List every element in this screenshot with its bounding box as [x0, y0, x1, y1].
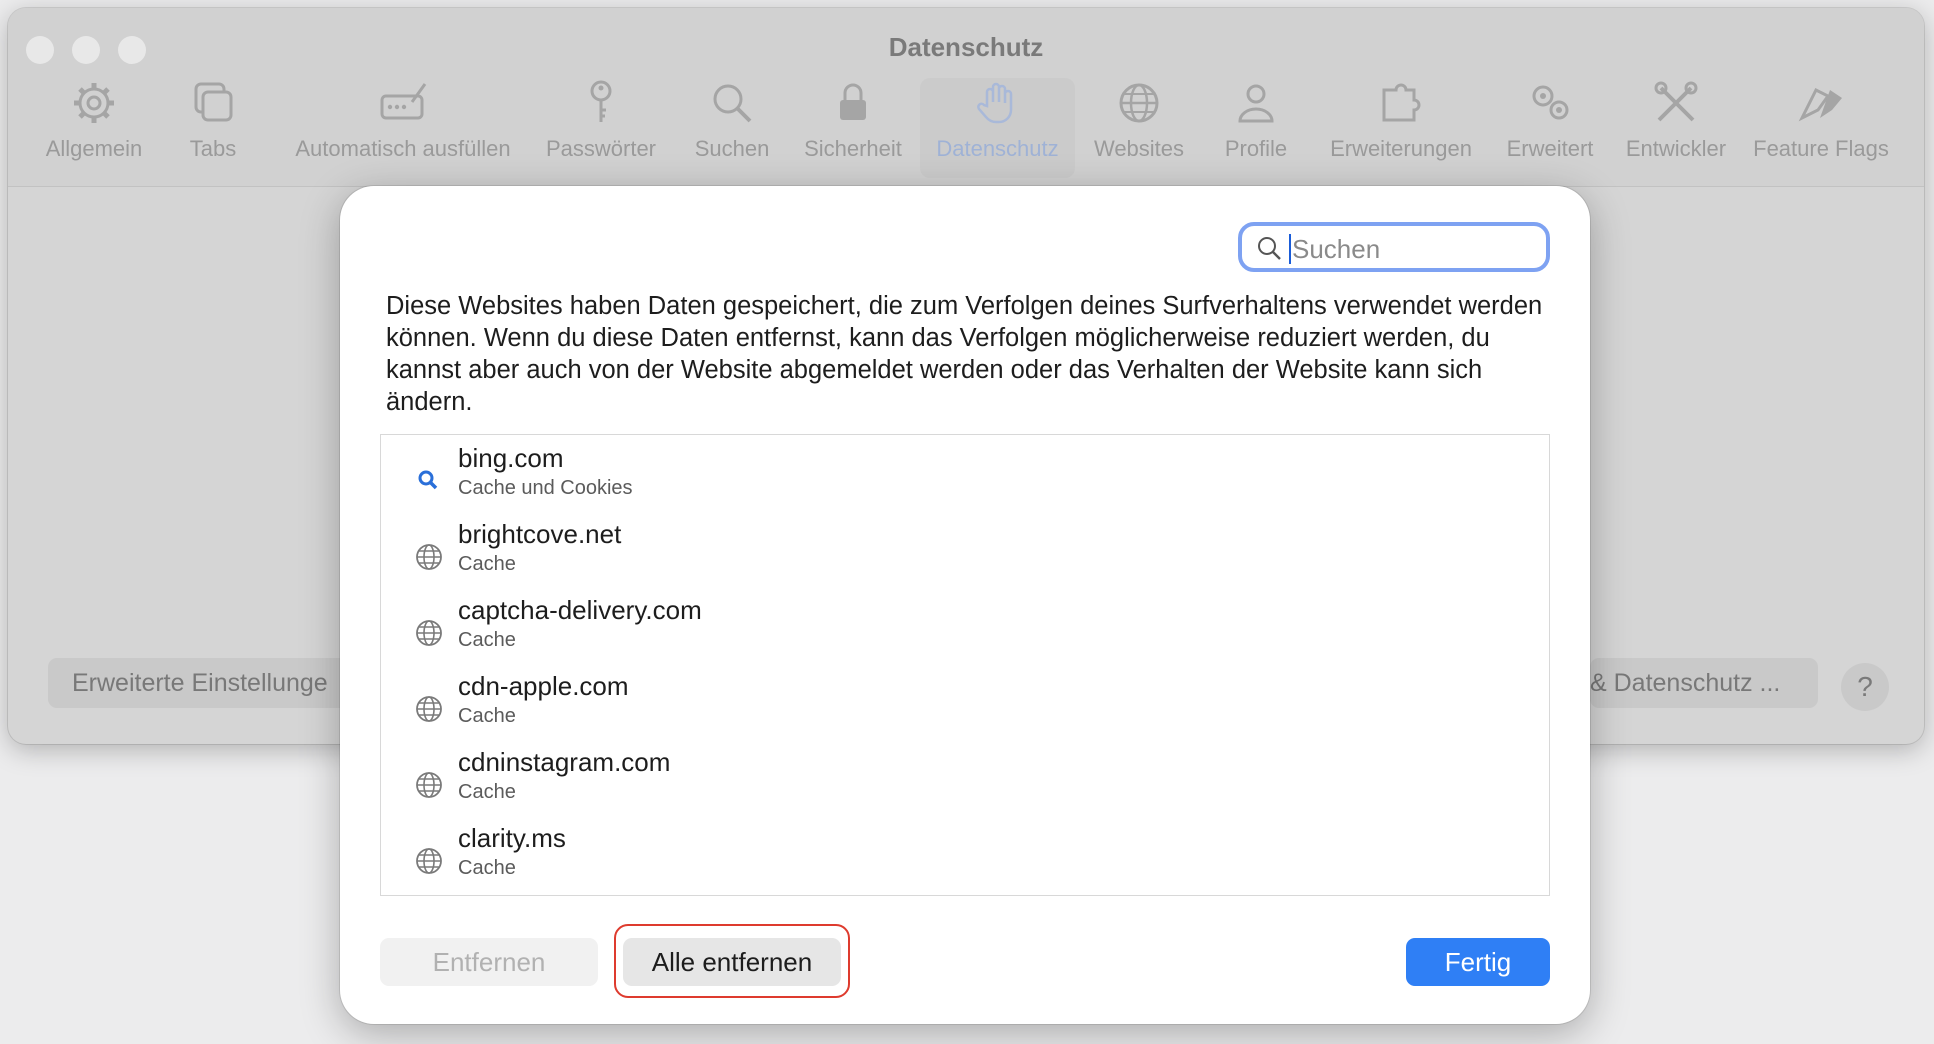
tab-privacy[interactable]: Datenschutz	[920, 78, 1075, 178]
tab-label: Datenschutz	[936, 136, 1059, 161]
list-item[interactable]: captcha-delivery.com Cache	[381, 587, 1549, 663]
search-input[interactable]	[1290, 232, 1544, 266]
help-button[interactable]: ?	[1841, 663, 1889, 711]
window-title: Datenschutz	[888, 32, 1044, 62]
search-icon	[418, 470, 438, 490]
text-cursor	[1289, 234, 1291, 264]
tab-label: Sicherheit	[804, 136, 902, 161]
tab-feature-flags[interactable]: Feature Flags	[1746, 78, 1896, 178]
site-domain: cdninstagram.com	[458, 747, 671, 777]
site-domain: clarity.ms	[458, 823, 566, 853]
tab-label: Entwickler	[1625, 136, 1727, 161]
person-icon	[1238, 84, 1274, 123]
search-field[interactable]	[1238, 222, 1550, 272]
tab-label: Websites	[1093, 136, 1185, 161]
tab-search[interactable]: Suchen	[682, 78, 782, 178]
site-domain: bing.com	[458, 443, 564, 473]
list-item[interactable]: brightcove.net Cache	[381, 511, 1549, 587]
tab-allgemein[interactable]: Allgemein	[34, 78, 154, 178]
tabs-icon	[194, 82, 233, 122]
advanced-settings-button[interactable]: Erweiterte Einstellunge	[48, 658, 348, 708]
lock-icon	[840, 83, 866, 120]
tab-passwords[interactable]: Passwörter	[536, 78, 666, 178]
globe-icon	[416, 772, 442, 798]
tab-profiles[interactable]: Profile	[1208, 78, 1304, 178]
tab-security[interactable]: Sicherheit	[798, 78, 908, 178]
tab-label: Profile	[1224, 136, 1288, 161]
tab-label: Tabs	[189, 136, 237, 161]
tab-autofill[interactable]: Automatisch ausfüllen	[278, 78, 528, 178]
tab-label: Allgemein	[45, 136, 143, 161]
gear-icon	[74, 83, 114, 123]
tab-label: Feature Flags	[1753, 136, 1889, 161]
hand-icon	[976, 82, 1012, 124]
globe-icon	[416, 620, 442, 646]
site-data-type: Cache	[458, 705, 516, 727]
remove-all-button[interactable]: Alle entfernen	[623, 938, 841, 986]
remove-button[interactable]: Entfernen	[380, 938, 598, 986]
list-item[interactable]: clarity.ms Cache	[381, 815, 1549, 891]
tab-label: Erweiterungen	[1330, 136, 1472, 161]
site-domain: cdn-apple.com	[458, 671, 629, 701]
site-data-type: Cache	[458, 781, 516, 803]
site-data-type: Cache	[458, 553, 516, 575]
autofill-icon	[380, 83, 427, 120]
toolbar: Datenschutz Allgemein Tabs Automatisch a…	[8, 8, 1924, 187]
website-data-sheet: Diese Websites haben Daten gespeichert, …	[340, 186, 1590, 1024]
tab-tabs[interactable]: Tabs	[168, 78, 258, 178]
website-list[interactable]: bing.com Cache und Cookies brightcove.ne…	[380, 434, 1550, 896]
globe-icon	[416, 696, 442, 722]
privacy-info-button[interactable]: & Datenschutz ...	[1590, 658, 1818, 708]
key-icon	[590, 80, 612, 122]
site-domain: captcha-delivery.com	[458, 595, 702, 625]
list-item[interactable]: bing.com Cache und Cookies	[381, 435, 1549, 511]
search-icon	[1258, 237, 1281, 260]
gears-icon	[1532, 85, 1569, 120]
tab-label: Suchen	[694, 136, 770, 161]
globe-icon	[416, 544, 442, 570]
tools-icon	[1654, 81, 1698, 122]
site-data-type: Cache und Cookies	[458, 477, 633, 499]
done-button[interactable]: Fertig	[1406, 938, 1550, 986]
tab-advanced[interactable]: Erweitert	[1494, 78, 1606, 178]
tab-websites[interactable]: Websites	[1086, 78, 1192, 178]
puzzle-icon	[1382, 83, 1421, 122]
tab-developer[interactable]: Entwickler	[1616, 78, 1736, 178]
tab-label: Passwörter	[545, 136, 657, 161]
site-data-type: Cache	[458, 857, 516, 879]
tab-extensions[interactable]: Erweiterungen	[1318, 78, 1484, 178]
globe-icon	[1119, 83, 1159, 123]
globe-icon	[416, 848, 442, 874]
tab-label: Erweitert	[1506, 136, 1594, 161]
list-item[interactable]: cdninstagram.com Cache	[381, 739, 1549, 815]
search-icon	[713, 84, 752, 123]
flags-icon	[1798, 87, 1842, 122]
site-data-type: Cache	[458, 629, 516, 651]
list-item[interactable]: cdn-apple.com Cache	[381, 663, 1549, 739]
site-domain: brightcove.net	[458, 519, 622, 549]
tab-label: Automatisch ausfüllen	[295, 136, 511, 161]
description-text: Diese Websites haben Daten gespeichert, …	[386, 292, 1543, 416]
